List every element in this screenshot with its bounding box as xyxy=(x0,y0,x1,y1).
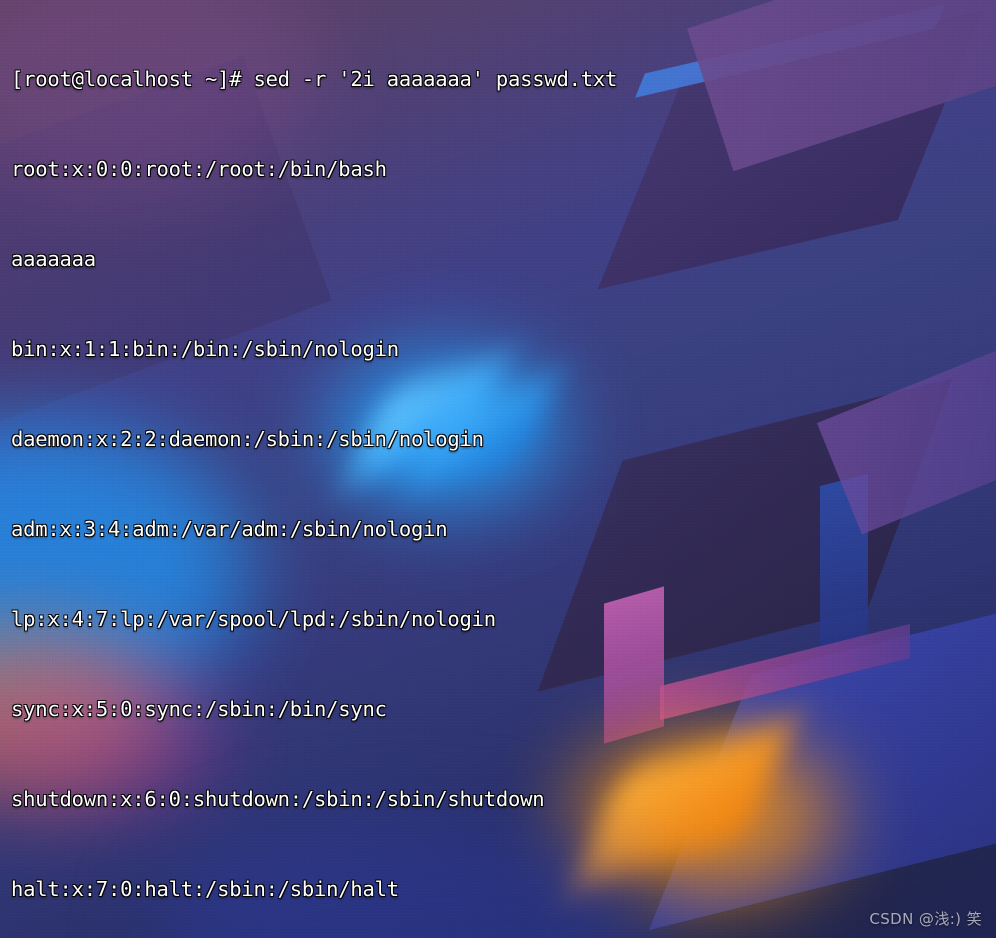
terminal-line: root:x:0:0:root:/root:/bin/bash xyxy=(11,157,387,181)
terminal-output[interactable]: [root@localhost ~]# sed -r '2i aaaaaaa' … xyxy=(0,0,996,938)
terminal-line: aaaaaaa xyxy=(11,247,96,271)
terminal-window[interactable]: [root@localhost ~]# sed -r '2i aaaaaaa' … xyxy=(0,0,996,938)
terminal-line: daemon:x:2:2:daemon:/sbin:/sbin/nologin xyxy=(11,427,484,451)
terminal-line: lp:x:4:7:lp:/var/spool/lpd:/sbin/nologin xyxy=(11,607,496,631)
terminal-line: bin:x:1:1:bin:/bin:/sbin/nologin xyxy=(11,337,399,361)
terminal-line: [root@localhost ~]# sed -r '2i aaaaaaa' … xyxy=(11,67,618,91)
terminal-line: adm:x:3:4:adm:/var/adm:/sbin/nologin xyxy=(11,517,448,541)
terminal-line: shutdown:x:6:0:shutdown:/sbin:/sbin/shut… xyxy=(11,787,545,811)
csdn-watermark: CSDN @浅:) 笑 xyxy=(869,910,982,928)
terminal-line: halt:x:7:0:halt:/sbin:/sbin/halt xyxy=(11,877,399,901)
terminal-line: sync:x:5:0:sync:/sbin:/bin/sync xyxy=(11,697,387,721)
